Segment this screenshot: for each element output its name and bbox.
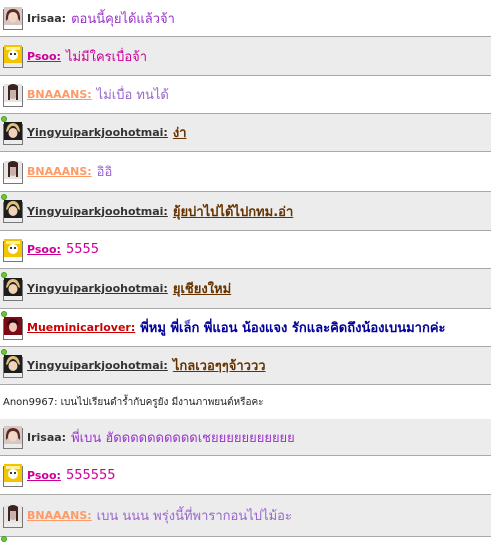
user-avatar[interactable] — [3, 238, 23, 262]
username-link[interactable]: Psoo: — [27, 50, 61, 63]
message-text: ไม่มีใครเบื่อจ้า — [65, 49, 148, 65]
avatar-wrapper — [0, 464, 27, 487]
avatar-wrapper — [0, 194, 27, 223]
online-status-icon — [1, 536, 7, 542]
chat-message-row: Psoo: 555555 — [0, 456, 491, 495]
user-avatar[interactable] — [3, 354, 23, 378]
chat-message-row: Irisaa: พี่เบน ฮัดดดดดดดดดดเชยยยยยยยยยยย — [0, 419, 491, 456]
user-avatar[interactable] — [3, 45, 23, 68]
message-text: ยุเชียงใหม่ — [172, 282, 232, 297]
username-link[interactable]: Psoo: — [27, 243, 61, 256]
message-text: อิอิ — [96, 165, 113, 180]
username-link: Irisaa: — [27, 430, 67, 444]
avatar-wrapper — [0, 7, 27, 30]
avatar-wrapper — [0, 271, 27, 301]
message-text: ไกลเวอๆๆจ้าววว — [172, 359, 266, 374]
avatar-wrapper — [0, 310, 27, 340]
username-link[interactable]: Yingyuiparkjoohotmai: — [27, 282, 168, 295]
system-message-text: Anon9967: เบนไปเรียนดำร้ำกับครูยัง มีงาน… — [3, 396, 264, 408]
chat-message-row: BNAAANS: อิอิ — [0, 152, 491, 192]
chat-message-row: BNAAANS: ไม่เบื่อ ทนได้ — [0, 76, 491, 114]
system-message-row: Anon9967: เบนไปเรียนดำร้ำกับครูยัง มีงาน… — [0, 385, 491, 419]
user-avatar[interactable] — [3, 7, 23, 30]
message-text: ยุ้ยบ่าไปได้ไปกทม.อ่า — [172, 204, 294, 220]
message-text: ตอนนี้คุยได้แล้วจ้า — [71, 11, 175, 27]
user-avatar[interactable] — [3, 277, 23, 301]
chat-message-row: Yingyuiparkjoohotmai: ยุ้ยบ่าไปได้ไปกทม.อ… — [0, 192, 491, 231]
avatar-wrapper — [0, 238, 27, 262]
username-link[interactable]: BNAAANS: — [27, 509, 92, 522]
username-link[interactable]: BNAAANS: — [27, 165, 92, 178]
user-avatar[interactable] — [3, 200, 23, 223]
avatar-wrapper — [0, 115, 27, 145]
user-avatar[interactable] — [3, 464, 23, 487]
user-avatar[interactable] — [3, 160, 23, 184]
avatar-wrapper — [0, 504, 27, 528]
chat-message-row: Psoo: ไม่มีใครเบื่อจ้า — [0, 37, 491, 76]
message-text: เบน นนน พรุ่งนี้ที่พารากอนไปไม้อะ — [96, 509, 292, 524]
message-text: 555555 — [65, 467, 116, 483]
chat-message-row: Yingyuiparkjoohotmai: ไกลเวอๆๆจ้าววว — [0, 347, 491, 385]
user-avatar[interactable] — [3, 504, 23, 528]
user-avatar[interactable] — [3, 316, 23, 340]
username-link[interactable]: BNAAANS: — [27, 88, 92, 101]
chat-message-row: Psoo: 5555 — [0, 231, 491, 269]
chat-message-row: BNAAANS: เบน นนน พรุ่งนี้ที่พารากอนไปไม้อ… — [0, 495, 491, 537]
message-text: ไม่เบื่อ ทนได้ — [96, 88, 169, 103]
chat-message-row: Yingyuiparkjoohotmai: ยุเชียงใหม่ — [0, 269, 491, 309]
user-avatar[interactable] — [3, 121, 23, 145]
avatar-wrapper — [0, 83, 27, 107]
username-link[interactable]: Mueminicarlover: — [27, 321, 135, 334]
message-text: พี่เบน ฮัดดดดดดดดดดเชยยยยยยยยยยย — [71, 430, 295, 446]
user-avatar[interactable] — [3, 83, 23, 107]
avatar-wrapper — [0, 426, 27, 449]
avatar-wrapper — [0, 160, 27, 184]
message-text: 5555 — [65, 242, 100, 257]
message-text: พี่หมู พี่เล็ก พี่แอน น้องแจง รักและคิดถ… — [140, 321, 446, 336]
avatar-wrapper — [0, 348, 27, 378]
chat-message-row: Irisaa: ตอนนี้คุยได้แล้วจ้า — [0, 0, 491, 37]
avatar-wrapper — [0, 45, 27, 68]
chat-message-row — [0, 536, 491, 544]
chat-log: Irisaa: ตอนนี้คุยได้แล้วจ้า Psoo: ไม่มีใครเ… — [0, 0, 491, 544]
username-link[interactable]: Yingyuiparkjoohotmai: — [27, 126, 168, 139]
username-link[interactable]: Yingyuiparkjoohotmai: — [27, 359, 168, 372]
username-link[interactable]: Yingyuiparkjoohotmai: — [27, 205, 168, 218]
user-avatar[interactable] — [3, 426, 23, 449]
username-link[interactable]: Psoo: — [27, 469, 61, 482]
chat-message-row: Mueminicarlover: พี่หมู พี่เล็ก พี่แอน น้… — [0, 309, 491, 347]
message-text: ง่า — [172, 126, 187, 141]
username-link: Irisaa: — [27, 11, 67, 25]
chat-message-row: Yingyuiparkjoohotmai: ง่า — [0, 114, 491, 152]
